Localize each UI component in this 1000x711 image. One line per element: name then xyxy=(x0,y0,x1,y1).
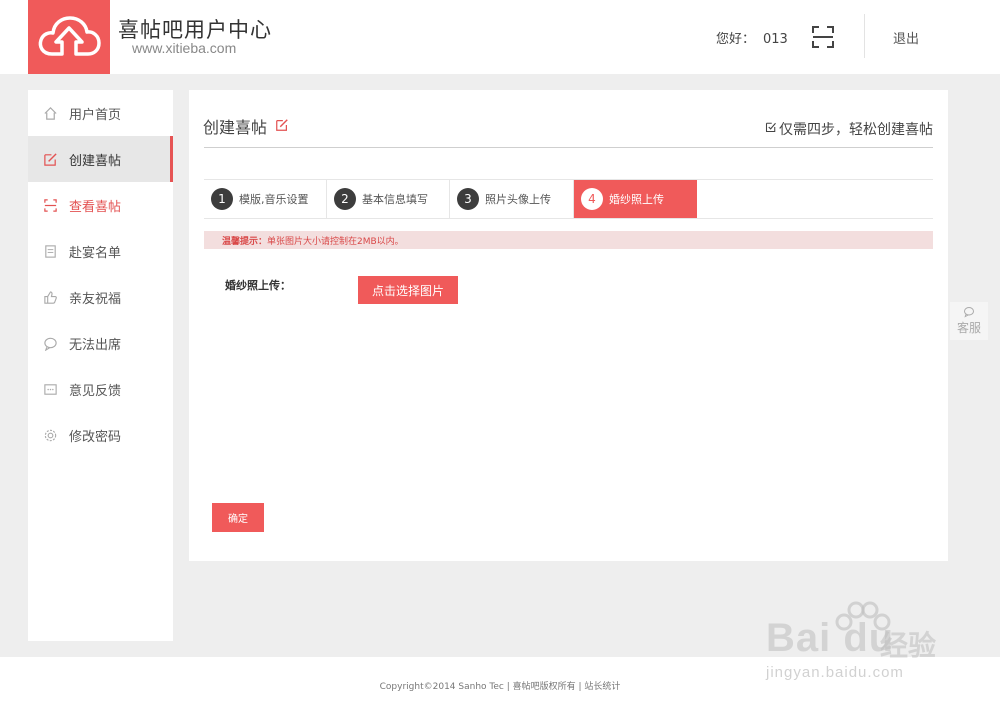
thumbs-up-icon xyxy=(42,289,58,305)
step-tabs: 1 模版,音乐设置 2 基本信息填写 3 照片头像上传 4 婚纱照上传 xyxy=(204,179,933,219)
cloud-logo-icon xyxy=(38,16,101,56)
sidebar-item-blessings[interactable]: 亲友祝福 xyxy=(28,274,173,320)
step-number: 3 xyxy=(457,188,479,210)
sidebar-item-label: 用户首页 xyxy=(69,107,122,123)
checkbox-edit-icon xyxy=(765,121,777,137)
tip-label: 温馨提示： xyxy=(222,236,268,247)
sidebar-item-label: 赴宴名单 xyxy=(69,245,122,261)
step-label: 模版,音乐设置 xyxy=(239,193,309,206)
steps-hint-text: 仅需四步，轻松创建喜帖 xyxy=(779,122,933,138)
size-tip-bar: 温馨提示： 单张图片大小请控制在2MB以内。 xyxy=(204,231,933,249)
top-header: 喜帖吧用户中心 www.xitieba.com 您好： 013 退出 xyxy=(0,0,1000,74)
sidebar-item-label: 亲友祝福 xyxy=(69,291,122,307)
step-tab-4[interactable]: 4 婚纱照上传 xyxy=(574,180,697,218)
watermark-brand: Bai du xyxy=(766,616,895,660)
list-icon xyxy=(42,243,58,259)
upload-label: 婚纱照上传： xyxy=(225,279,291,292)
step-number: 2 xyxy=(334,188,356,210)
step-tab-2[interactable]: 2 基本信息填写 xyxy=(327,180,450,218)
step-tab-3[interactable]: 3 照片头像上传 xyxy=(450,180,574,218)
greeting-text: 您好： xyxy=(716,32,756,47)
sidebar: 用户首页 创建喜帖 查看喜帖 赴宴名单 亲友祝福 无法出席 意见反馈 修改密码 xyxy=(28,90,173,641)
sidebar-item-label: 查看喜帖 xyxy=(69,199,122,215)
sidebar-item-label: 修改密码 xyxy=(69,429,122,445)
logo[interactable] xyxy=(28,0,110,74)
customer-service-button[interactable]: 客服 xyxy=(950,302,988,340)
sidebar-item-home[interactable]: 用户首页 xyxy=(28,90,173,136)
edit-icon xyxy=(42,151,58,167)
baidu-jingyan-watermark: Bai du 经验 jingyan.baidu.com xyxy=(766,601,966,690)
tip-text: 单张图片大小请控制在2MB以内。 xyxy=(267,236,404,247)
step-number: 4 xyxy=(581,188,603,210)
confirm-button[interactable]: 确定 xyxy=(212,503,264,532)
page-title-text: 创建喜帖 xyxy=(203,118,268,137)
scan-button[interactable] xyxy=(810,24,836,50)
home-icon xyxy=(42,105,58,121)
scan-frame-icon xyxy=(812,26,834,48)
title-divider xyxy=(204,147,933,148)
page-title: 创建喜帖 xyxy=(203,114,289,138)
sidebar-item-view[interactable]: 查看喜帖 xyxy=(28,182,173,228)
gear-icon xyxy=(42,427,58,443)
step-label: 照片头像上传 xyxy=(485,193,551,206)
brand-url: www.xitieba.com xyxy=(132,40,237,56)
customer-service-label: 客服 xyxy=(956,321,981,335)
sidebar-item-change-password[interactable]: 修改密码 xyxy=(28,412,173,458)
sidebar-item-label: 无法出席 xyxy=(69,337,122,353)
step-number: 1 xyxy=(211,188,233,210)
user-greeting: 您好： 013 xyxy=(716,28,788,47)
header-divider xyxy=(864,14,865,58)
sidebar-item-guest-list[interactable]: 赴宴名单 xyxy=(28,228,173,274)
scan-frame-icon xyxy=(42,197,58,213)
choose-image-button[interactable]: 点击选择图片 xyxy=(358,276,458,304)
chat-icon xyxy=(42,335,58,351)
step-label: 基本信息填写 xyxy=(362,193,428,206)
edit-icon xyxy=(275,117,289,136)
sidebar-item-feedback[interactable]: 意见反馈 xyxy=(28,366,173,412)
feedback-icon xyxy=(42,381,58,397)
watermark-url: jingyan.baidu.com xyxy=(766,664,904,681)
steps-hint: 仅需四步，轻松创建喜帖 xyxy=(765,119,933,139)
chat-icon xyxy=(964,307,974,318)
step-tab-1[interactable]: 1 模版,音乐设置 xyxy=(204,180,327,218)
username: 013 xyxy=(763,32,788,47)
sidebar-item-absent[interactable]: 无法出席 xyxy=(28,320,173,366)
watermark-brand-cn: 经验 xyxy=(880,629,937,662)
sidebar-item-label: 意见反馈 xyxy=(69,383,122,399)
main-panel: 创建喜帖 仅需四步，轻松创建喜帖 1 模版,音乐设置 2 基本信息填写 3 照片… xyxy=(189,90,948,561)
logout-link[interactable]: 退出 xyxy=(893,28,919,47)
sidebar-item-create[interactable]: 创建喜帖 xyxy=(28,136,173,182)
step-label: 婚纱照上传 xyxy=(609,193,664,206)
sidebar-item-label: 创建喜帖 xyxy=(69,153,122,169)
